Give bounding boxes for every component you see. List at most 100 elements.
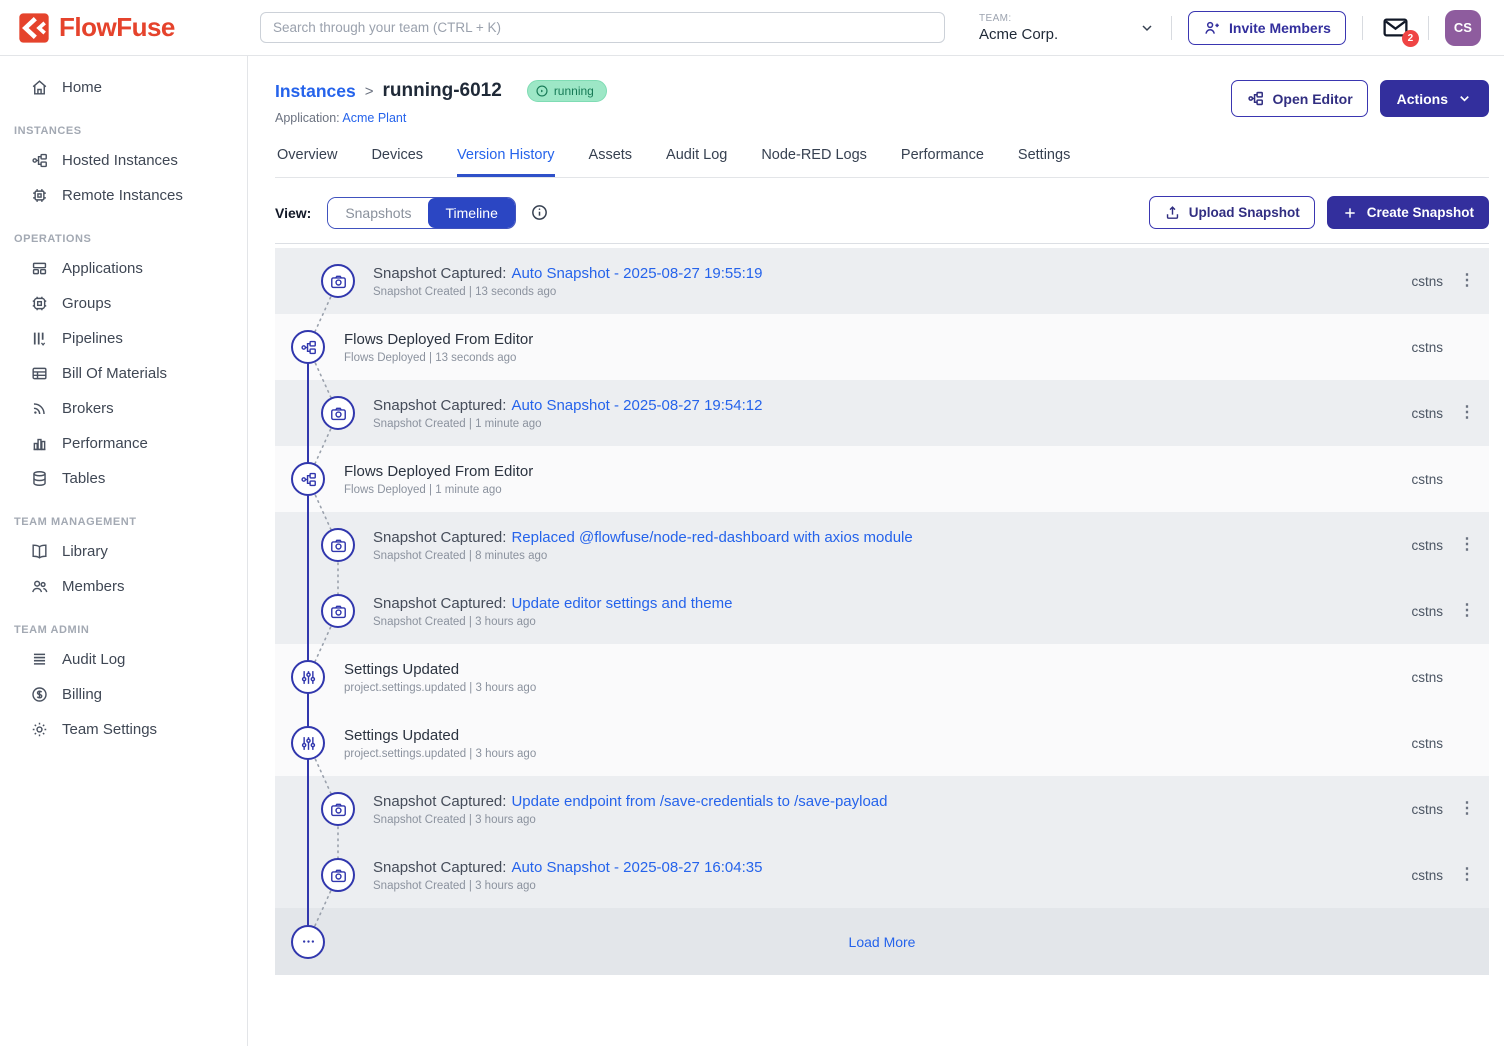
- node-flow-icon: [30, 151, 49, 170]
- sidebar-item-performance[interactable]: Performance: [0, 426, 247, 461]
- toggle-snapshots[interactable]: Snapshots: [328, 198, 428, 228]
- upload-snapshot-button[interactable]: Upload Snapshot: [1149, 196, 1315, 229]
- actions-button[interactable]: Actions: [1380, 80, 1489, 117]
- timeline-row: Snapshot Captured: Auto Snapshot - 2025-0…: [275, 842, 1489, 908]
- kebab-menu-icon[interactable]: ⋮: [1459, 603, 1473, 619]
- sidebar-item-label: Billing: [62, 686, 102, 703]
- list-lines-icon: [30, 650, 49, 669]
- toggle-timeline[interactable]: Timeline: [428, 198, 514, 228]
- sidebar-item-label: Performance: [62, 435, 148, 452]
- info-icon[interactable]: [530, 203, 549, 222]
- page-title: running-6012: [383, 80, 502, 102]
- sidebar-item-remote-instances[interactable]: Remote Instances: [0, 178, 247, 213]
- event-title: Flows Deployed From Editor: [344, 463, 533, 480]
- kebab-menu-icon[interactable]: ⋮: [1459, 273, 1473, 289]
- sidebar-item-audit-log[interactable]: Audit Log: [0, 642, 247, 677]
- upload-snapshot-label: Upload Snapshot: [1189, 205, 1300, 220]
- sidebar-item-hosted-instances[interactable]: Hosted Instances: [0, 143, 247, 178]
- tab-version-history[interactable]: Version History: [457, 147, 555, 177]
- sidebar: Home INSTANCES Hosted Instances Remote I…: [0, 56, 248, 1046]
- home-icon: [30, 78, 49, 97]
- table-icon: [30, 364, 49, 383]
- snapshot-link[interactable]: Auto Snapshot - 2025-08-27 16:04:35: [511, 859, 762, 876]
- brand[interactable]: FlowFuse: [0, 12, 248, 44]
- invite-members-label: Invite Members: [1229, 20, 1331, 36]
- team-name: Acme Corp.: [979, 26, 1139, 43]
- flows-deployed-icon: [291, 330, 325, 364]
- invite-members-button[interactable]: Invite Members: [1188, 11, 1346, 45]
- kebab-menu-icon[interactable]: ⋮: [1459, 867, 1473, 883]
- kebab-menu-icon[interactable]: ⋮: [1459, 801, 1473, 817]
- notification-badge: 2: [1402, 30, 1419, 47]
- breadcrumb: Instances > running-6012 running: [275, 80, 607, 102]
- sidebar-item-brokers[interactable]: Brokers: [0, 391, 247, 426]
- snapshot-link[interactable]: Update editor settings and theme: [511, 595, 732, 612]
- team-selector[interactable]: TEAM: Acme Corp.: [979, 13, 1155, 43]
- tab-bar: Overview Devices Version History Assets …: [275, 147, 1489, 178]
- sidebar-section-operations: OPERATIONS: [0, 213, 247, 251]
- tab-node-red-logs[interactable]: Node-RED Logs: [761, 147, 867, 177]
- kebab-menu-icon[interactable]: ⋮: [1459, 405, 1473, 421]
- create-snapshot-label: Create Snapshot: [1367, 205, 1474, 220]
- sidebar-item-pipelines[interactable]: Pipelines: [0, 321, 247, 356]
- settings-sliders-icon: [291, 660, 325, 694]
- tab-performance[interactable]: Performance: [901, 147, 984, 177]
- breadcrumb-separator: >: [365, 83, 374, 100]
- application-link[interactable]: Acme Plant: [342, 111, 406, 125]
- sidebar-item-applications[interactable]: Applications: [0, 251, 247, 286]
- open-editor-button[interactable]: Open Editor: [1231, 80, 1368, 117]
- team-label: TEAM:: [979, 13, 1139, 24]
- snapshot-link[interactable]: Auto Snapshot - 2025-08-27 19:54:12: [511, 397, 762, 414]
- plus-icon: [1342, 205, 1358, 221]
- sidebar-item-team-settings[interactable]: Team Settings: [0, 712, 247, 747]
- camera-icon: [321, 264, 355, 298]
- sidebar-item-home[interactable]: Home: [0, 70, 247, 105]
- row-user: cstns: [1411, 274, 1443, 289]
- sidebar-item-label: Bill Of Materials: [62, 365, 167, 382]
- main-content: Instances > running-6012 running Applica…: [249, 56, 1504, 1046]
- load-more-link[interactable]: Load More: [275, 934, 1489, 950]
- broadcast-icon: [30, 399, 49, 418]
- sidebar-item-library[interactable]: Library: [0, 534, 247, 569]
- breadcrumb-instances-link[interactable]: Instances: [275, 81, 356, 102]
- pipelines-icon: [30, 329, 49, 348]
- view-toggle: Snapshots Timeline: [327, 197, 516, 229]
- notifications-button[interactable]: 2: [1381, 13, 1410, 42]
- sidebar-section-instances: INSTANCES: [0, 105, 247, 143]
- snapshot-title-prefix: Snapshot Captured:: [373, 793, 506, 810]
- snapshot-link[interactable]: Update endpoint from /save-credentials t…: [511, 793, 887, 810]
- sidebar-item-billing[interactable]: Billing: [0, 677, 247, 712]
- sidebar-item-groups[interactable]: Groups: [0, 286, 247, 321]
- snapshot-title-prefix: Snapshot Captured:: [373, 859, 506, 876]
- row-user: cstns: [1411, 406, 1443, 421]
- sidebar-item-label: Groups: [62, 295, 111, 312]
- snapshot-link[interactable]: Replaced @flowfuse/node-red-dashboard wi…: [511, 529, 912, 546]
- sidebar-item-label: Audit Log: [62, 651, 125, 668]
- tab-assets[interactable]: Assets: [589, 147, 633, 177]
- tab-audit-log[interactable]: Audit Log: [666, 147, 727, 177]
- row-meta: Snapshot Created | 1 minute ago: [373, 418, 762, 430]
- row-user: cstns: [1411, 604, 1443, 619]
- sidebar-item-members[interactable]: Members: [0, 569, 247, 604]
- sidebar-item-label: Applications: [62, 260, 143, 277]
- tab-overview[interactable]: Overview: [277, 147, 337, 177]
- book-open-icon: [30, 542, 49, 561]
- avatar[interactable]: CS: [1445, 10, 1481, 46]
- kebab-menu-icon[interactable]: ⋮: [1459, 537, 1473, 553]
- settings-sliders-icon: [291, 726, 325, 760]
- event-title: Settings Updated: [344, 661, 536, 678]
- upload-icon: [1164, 204, 1181, 221]
- camera-icon: [321, 792, 355, 826]
- sidebar-item-tables[interactable]: Tables: [0, 461, 247, 496]
- row-meta: Snapshot Created | 13 seconds ago: [373, 286, 762, 298]
- snapshot-title-prefix: Snapshot Captured:: [373, 529, 506, 546]
- row-user: cstns: [1411, 736, 1443, 751]
- search-input[interactable]: [260, 12, 945, 43]
- tab-devices[interactable]: Devices: [371, 147, 423, 177]
- snapshot-link[interactable]: Auto Snapshot - 2025-08-27 19:55:19: [511, 265, 762, 282]
- sidebar-item-bill-of-materials[interactable]: Bill Of Materials: [0, 356, 247, 391]
- timeline-row: Settings Updated project.settings.update…: [275, 710, 1489, 776]
- camera-icon: [321, 528, 355, 562]
- create-snapshot-button[interactable]: Create Snapshot: [1327, 196, 1489, 229]
- tab-settings[interactable]: Settings: [1018, 147, 1070, 177]
